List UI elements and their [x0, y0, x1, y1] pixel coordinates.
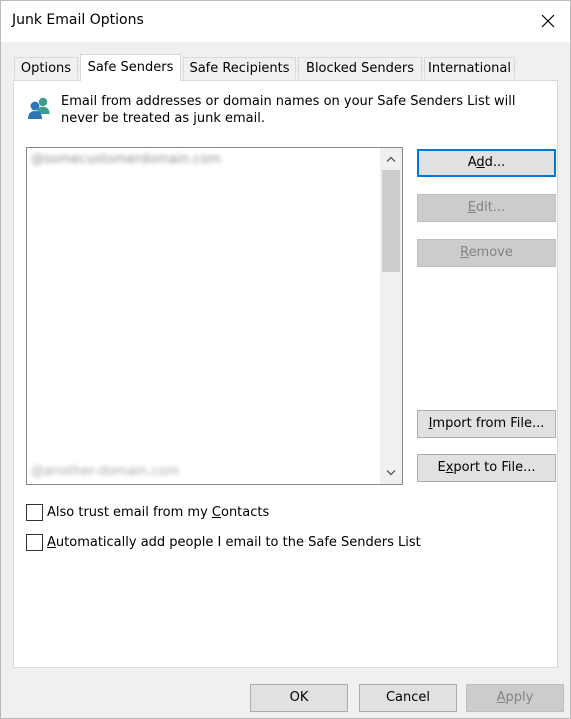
- add-label-post: d...: [484, 155, 506, 170]
- scroll-thumb[interactable]: [382, 170, 400, 272]
- scroll-down-button[interactable]: [380, 462, 402, 484]
- auto-add-checkbox[interactable]: [26, 533, 43, 551]
- remove-label-post: emove: [468, 245, 513, 260]
- export-label-post: port to File...: [453, 460, 536, 475]
- edit-button[interactable]: Edit...: [417, 194, 556, 222]
- apply-label-key: A: [496, 690, 506, 705]
- apply-button[interactable]: Apply: [466, 684, 564, 712]
- safe-senders-list[interactable]: @somecustomerdomain.com @another-domain.…: [26, 147, 403, 485]
- tab-safe-recipients[interactable]: Safe Recipients: [183, 57, 296, 79]
- list-item[interactable]: @somecustomerdomain.com: [31, 152, 221, 167]
- panel-description: Email from addresses or domain names on …: [61, 94, 516, 126]
- auto-add-label: Automatically add people I email to the …: [47, 534, 421, 550]
- import-from-file-button[interactable]: Import from File...: [417, 410, 556, 438]
- list-scrollbar[interactable]: [380, 148, 402, 484]
- safe-senders-panel: Email from addresses or domain names on …: [13, 80, 558, 668]
- import-label-post: mport from File...: [432, 416, 545, 431]
- edit-label-post: dit...: [475, 200, 506, 215]
- remove-button[interactable]: Remove: [417, 239, 556, 267]
- tab-options[interactable]: Options: [14, 57, 78, 79]
- auto-add-checkbox-row[interactable]: Automatically add people I email to the …: [26, 532, 421, 552]
- scroll-up-button[interactable]: [380, 148, 402, 170]
- add-button[interactable]: Add...: [417, 149, 556, 177]
- list-item[interactable]: @another-domain.com: [31, 464, 179, 479]
- people-icon: [28, 97, 50, 119]
- add-label-key: d: [476, 155, 485, 170]
- trust-contacts-checkbox-row[interactable]: Also trust email from my Contacts: [26, 502, 269, 522]
- cancel-button[interactable]: Cancel: [359, 684, 457, 712]
- chevron-up-icon: [386, 156, 396, 162]
- tab-international[interactable]: International: [424, 57, 515, 79]
- edit-label-key: E: [467, 200, 476, 215]
- close-icon: [541, 14, 555, 28]
- remove-label-key: R: [460, 245, 469, 260]
- trust-contacts-label: Also trust email from my Contacts: [47, 504, 270, 520]
- trust-contacts-checkbox[interactable]: [26, 503, 43, 521]
- export-to-file-button[interactable]: Export to File...: [417, 454, 556, 482]
- tab-blocked-senders[interactable]: Blocked Senders: [298, 57, 422, 79]
- export-label-pre: E: [437, 460, 446, 475]
- close-button[interactable]: [525, 0, 571, 42]
- chevron-down-icon: [386, 470, 396, 476]
- title-bar: Junk Email Options: [0, 0, 571, 42]
- window-title: Junk Email Options: [12, 12, 144, 28]
- ok-button[interactable]: OK: [250, 684, 348, 712]
- apply-label-post: pply: [505, 690, 534, 705]
- tab-safe-senders[interactable]: Safe Senders: [80, 54, 181, 81]
